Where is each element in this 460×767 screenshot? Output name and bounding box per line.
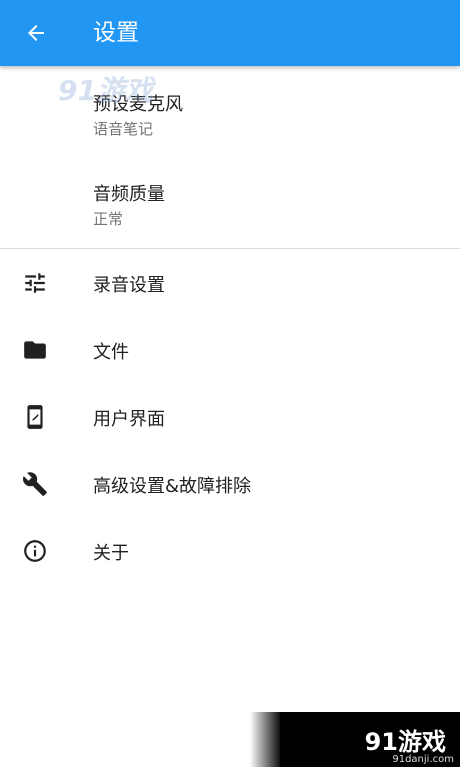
menu-item-user-interface[interactable]: 用户界面 <box>0 385 460 449</box>
preference-summary: 正常 <box>93 210 124 228</box>
menu-item-label: 文件 <box>93 342 129 363</box>
arrow-back-icon <box>28 25 44 41</box>
watermark-badge: 91游戏 91danji.com <box>280 712 460 767</box>
watermark-text: 91游戏 <box>364 728 446 756</box>
section-divider <box>0 248 460 249</box>
info-icon <box>24 540 46 562</box>
phone-icon <box>27 405 43 429</box>
menu-item-label: 高级设置&故障排除 <box>93 476 252 497</box>
watermark-logo: 91游戏 <box>58 74 156 107</box>
wrench-icon <box>23 472 47 496</box>
menu-item-label: 录音设置 <box>93 275 165 296</box>
menu-item-label: 用户界面 <box>93 409 165 430</box>
folder-icon <box>24 341 46 359</box>
watermark-fade <box>250 712 282 767</box>
menu-item-recording-settings[interactable]: 录音设置 <box>0 251 460 315</box>
menu-item-advanced-settings[interactable]: 高级设置&故障排除 <box>0 452 460 516</box>
menu-item-files[interactable]: 文件 <box>0 318 460 382</box>
preference-title: 音频质量 <box>93 184 165 205</box>
svg-text:91游戏: 91游戏 <box>58 74 156 107</box>
tune-icon <box>25 273 45 293</box>
back-button[interactable] <box>20 17 52 49</box>
preference-audio-quality[interactable]: 音频质量 正常 <box>0 170 460 240</box>
menu-item-label: 关于 <box>93 543 129 564</box>
app-bar: 设置 <box>0 0 460 66</box>
watermark-url: 91danji.com <box>392 754 454 765</box>
page-title: 设置 <box>93 20 139 46</box>
menu-item-about[interactable]: 关于 <box>0 519 460 583</box>
preference-summary: 语音笔记 <box>93 120 154 138</box>
